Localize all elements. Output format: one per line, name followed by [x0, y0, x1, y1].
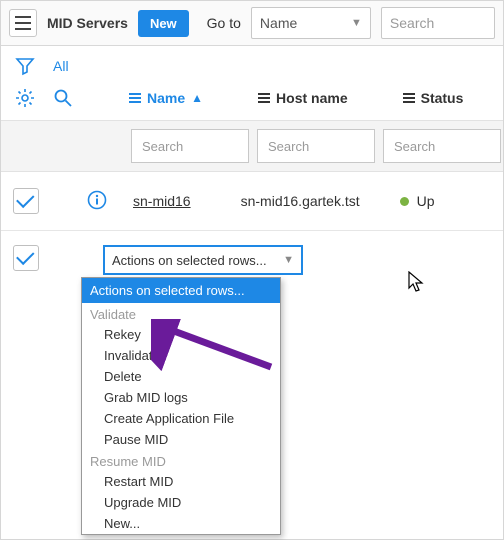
dropdown-item-create-application-file[interactable]: Create Application File	[82, 408, 280, 429]
filter-bar: All	[1, 46, 503, 84]
new-button[interactable]: New	[138, 10, 189, 37]
dropdown-item-restart-mid[interactable]: Restart MID	[82, 471, 280, 492]
filter-icon[interactable]	[15, 56, 35, 76]
dropdown-header[interactable]: Actions on selected rows...	[82, 278, 280, 303]
dropdown-item-rekey[interactable]: Rekey	[82, 324, 280, 345]
filter-all-link[interactable]: All	[53, 58, 69, 74]
dropdown-group-resume: Resume MID	[82, 450, 280, 471]
row-checkbox[interactable]	[13, 245, 39, 271]
column-search-status[interactable]	[383, 129, 501, 163]
sort-asc-icon: ▲	[191, 91, 203, 105]
column-menu-icon	[258, 93, 270, 103]
chevron-down-icon: ▼	[351, 17, 362, 29]
row-status: Up	[400, 193, 435, 209]
actions-row: Actions on selected rows... ▼ Actions on…	[1, 231, 503, 275]
column-search-host[interactable]	[257, 129, 375, 163]
row-name-link[interactable]: sn-mid16	[133, 193, 191, 209]
dropdown-item-pause-mid[interactable]: Pause MID	[82, 429, 280, 450]
table-row: sn-mid16 sn-mid16.gartek.tst Up	[1, 172, 503, 231]
goto-label: Go to	[207, 15, 241, 31]
goto-field-select[interactable]: Name ▼	[251, 7, 371, 39]
column-label: Host name	[276, 90, 348, 106]
topbar: MID Servers New Go to Name ▼ Search	[1, 1, 503, 46]
gear-icon[interactable]	[15, 88, 35, 108]
goto-field-value: Name	[260, 15, 297, 31]
column-menu-icon	[129, 93, 141, 103]
column-label: Name	[147, 90, 185, 106]
dropdown-item-delete[interactable]: Delete	[82, 366, 280, 387]
column-header-host[interactable]: Host name	[258, 90, 348, 106]
page-title: MID Servers	[47, 15, 128, 31]
row-checkbox[interactable]	[13, 188, 39, 214]
column-search-name[interactable]	[131, 129, 249, 163]
dropdown-item-new[interactable]: New...	[82, 513, 280, 534]
column-header-name[interactable]: Name ▲	[129, 90, 203, 106]
actions-select[interactable]: Actions on selected rows... ▼	[103, 245, 303, 275]
info-icon[interactable]	[87, 190, 107, 213]
search-placeholder: Search	[390, 15, 434, 31]
dropdown-group-validate: Validate	[82, 303, 280, 324]
actions-dropdown: Actions on selected rows... Validate Rek…	[81, 277, 281, 535]
chevron-down-icon: ▼	[283, 254, 294, 266]
column-menu-icon	[403, 93, 415, 103]
column-header-status[interactable]: Status	[403, 90, 464, 106]
status-label: Up	[417, 193, 435, 209]
column-label: Status	[421, 90, 464, 106]
row-host: sn-mid16.gartek.tst	[241, 192, 360, 211]
dropdown-item-upgrade-mid[interactable]: Upgrade MID	[82, 492, 280, 513]
status-dot-icon	[400, 197, 409, 206]
cursor-icon	[408, 271, 426, 298]
menu-icon[interactable]	[9, 9, 37, 37]
search-icon[interactable]	[53, 88, 73, 108]
search-input[interactable]: Search	[381, 7, 495, 39]
dropdown-item-invalidate[interactable]: Invalidate	[82, 345, 280, 366]
dropdown-item-grab-mid-logs[interactable]: Grab MID logs	[82, 387, 280, 408]
column-headers: Name ▲ Host name Status	[129, 90, 463, 106]
column-header-row: Name ▲ Host name Status	[1, 84, 503, 121]
column-search-row	[1, 121, 503, 172]
actions-select-label: Actions on selected rows...	[112, 253, 267, 268]
